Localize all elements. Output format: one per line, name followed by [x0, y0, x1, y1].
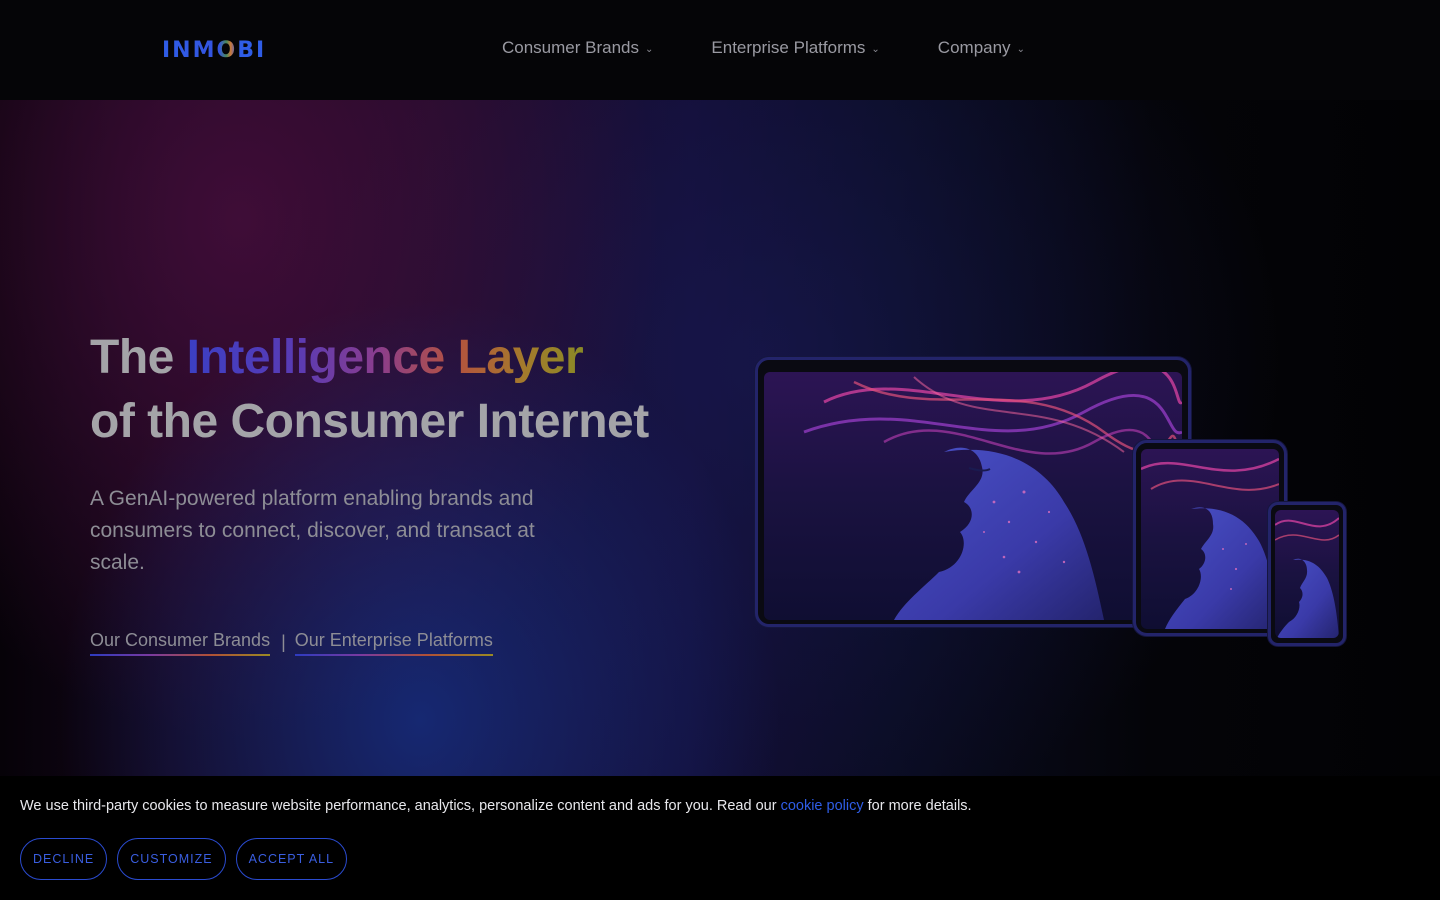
laptop-device-image	[755, 357, 1191, 627]
nav-item-company[interactable]: Company ⌄	[938, 38, 1025, 58]
decline-button[interactable]: DECLINE	[20, 838, 108, 880]
phone-device-image	[1268, 502, 1346, 646]
link-separator: |	[281, 632, 286, 652]
page: INMOBI Consumer Brands ⌄ Enterprise Plat…	[0, 0, 1440, 900]
customize-button[interactable]: CUSTOMIZE	[117, 838, 226, 880]
cookie-banner: We use third-party cookies to measure we…	[0, 776, 1440, 900]
cookie-text-after: for more details.	[863, 798, 972, 814]
enterprise-platforms-link[interactable]: Our Enterprise Platforms	[294, 630, 493, 656]
site-header: INMOBI Consumer Brands ⌄ Enterprise Plat…	[0, 0, 1440, 100]
cookie-actions: DECLINE CUSTOMIZE ACCEPT ALL	[20, 838, 348, 880]
cookie-text-before: We use third-party cookies to measure we…	[20, 798, 781, 814]
cookie-policy-link[interactable]: cookie policy	[781, 798, 864, 814]
nav-item-enterprise-platforms[interactable]: Enterprise Platforms ⌄	[711, 38, 879, 58]
tablet-device-image	[1133, 440, 1287, 636]
headline-prefix: The	[90, 331, 187, 384]
nav-label: Consumer Brands	[502, 38, 640, 57]
hero-headline: The Intelligence Layer of the Consumer I…	[90, 326, 649, 454]
hero-subtitle: A GenAI-powered platform enabling brands…	[90, 487, 535, 574]
accept-all-button[interactable]: ACCEPT ALL	[235, 838, 348, 880]
main-nav: Consumer Brands ⌄ Enterprise Platforms ⌄…	[502, 38, 1025, 58]
consumer-brands-link[interactable]: Our Consumer Brands	[90, 630, 271, 656]
chevron-down-icon: ⌄	[645, 44, 654, 55]
headline-highlight: Intelligence Layer	[186, 331, 584, 384]
inmobi-logo[interactable]: INMOBI	[162, 38, 266, 63]
nav-label: Enterprise Platforms	[711, 38, 866, 57]
cookie-message: We use third-party cookies to measure we…	[20, 798, 972, 814]
chevron-down-icon: ⌄	[871, 44, 880, 55]
ai-face-artwork	[1275, 510, 1339, 638]
nav-label: Company	[937, 38, 1011, 57]
nav-item-consumer-brands[interactable]: Consumer Brands ⌄	[502, 38, 653, 58]
ai-face-artwork	[764, 372, 1182, 620]
chevron-down-icon: ⌄	[1016, 44, 1025, 55]
ai-face-artwork	[1141, 449, 1279, 629]
headline-line2: of the Consumer Internet	[90, 395, 649, 448]
hero-links: Our Consumer Brands | Our Enterprise Pla…	[90, 630, 493, 656]
